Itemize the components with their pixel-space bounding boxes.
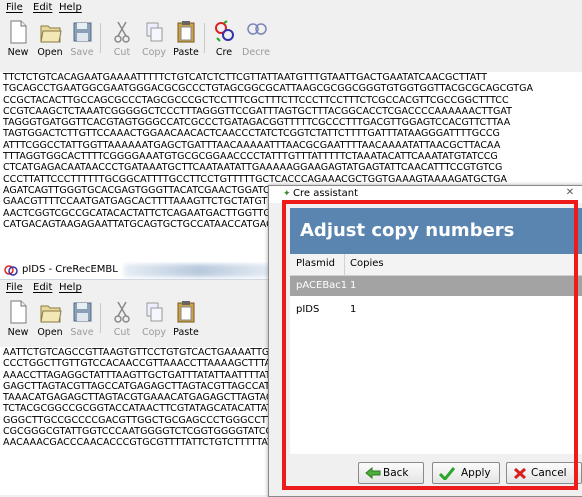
menu-help[interactable]: Help <box>59 2 82 13</box>
toolbar-separator <box>204 23 205 53</box>
cre-recombine-icon <box>215 20 234 42</box>
menu-file[interactable]: File <box>6 282 23 293</box>
sequence-line: TTCTCTGTCACAGAATGAAAATTTTTCTGTCATCTCTTCG… <box>3 72 488 83</box>
window-title: pIDS - CreRecEMBL <box>22 264 118 275</box>
toolbar-separator <box>100 23 101 53</box>
menu-bar: File Edit Help <box>0 0 582 17</box>
menu-file[interactable]: File <box>6 2 23 13</box>
toolbar-separator <box>100 303 101 333</box>
open-folder-icon <box>40 305 62 323</box>
paste-label: Paste <box>173 47 199 58</box>
new-label: New <box>7 327 29 338</box>
open-label: Open <box>37 327 63 338</box>
cre-assistant-icon: ✦ <box>283 189 291 199</box>
save-disk-icon <box>73 22 92 42</box>
cut-button[interactable]: Cut <box>106 297 138 343</box>
cut-label: Cut <box>113 327 131 338</box>
sequence-line: CCGCTACACTTGCCAGCGCCCTAGCGCCCGCTCCTTTCGC… <box>3 94 509 106</box>
app-icon <box>4 265 18 276</box>
clipboard-icon <box>177 21 195 43</box>
paste-button[interactable]: Paste <box>170 297 202 343</box>
clipboard-icon <box>177 301 195 323</box>
dialog-title: Cre assistant <box>293 188 359 199</box>
menu-edit[interactable]: Edit <box>33 2 52 13</box>
highlight-frame <box>282 200 578 490</box>
close-icon[interactable]: ✕ <box>561 187 579 201</box>
new-file-icon <box>10 20 27 44</box>
open-label: Open <box>37 47 63 58</box>
sequence-line: TAGGGTGATGGTTCACGTAGTGGGCCATCGCCCTGATAGA… <box>3 117 511 129</box>
decre-label: Decre <box>242 47 270 58</box>
open-button[interactable]: Open <box>34 17 66 63</box>
menu-edit[interactable]: Edit <box>33 282 52 293</box>
cut-label: Cut <box>113 47 131 58</box>
paste-button[interactable]: Paste <box>170 17 202 63</box>
save-label: Save <box>70 47 94 58</box>
open-button[interactable]: Open <box>34 297 66 343</box>
sequence-line: TTTAGGTGGCACTTTTCGGGGAAATGTGCGCGGAACCCCT… <box>3 151 498 163</box>
sequence-line: CTCATGAGACAATAACCCTGATAAATGCTTCAATAATATT… <box>3 162 503 174</box>
scissors-icon <box>114 21 130 43</box>
decre-button[interactable]: Decre <box>240 17 272 63</box>
copy-icon <box>146 302 163 322</box>
sequence-line: ATTTCGGCCTATTGGTTAAAAAATGAGCTGATTTAACAAA… <box>3 139 501 151</box>
save-disk-icon <box>73 302 92 322</box>
save-label: Save <box>70 327 94 338</box>
blurred-title-region <box>124 264 274 277</box>
sequence-line: CCGTCAAGCTCTAAATCGGGGGCTCCCTTTAGGGTTCCGA… <box>3 105 513 117</box>
sequence-line: TAGTGGACTCTTGTTCCAAACTGGAACAACACTCAACCCT… <box>3 128 500 140</box>
copy-button[interactable]: Copy <box>138 17 170 63</box>
new-button[interactable]: New <box>2 17 34 63</box>
cre-label: Cre <box>215 47 233 58</box>
cut-button[interactable]: Cut <box>106 17 138 63</box>
save-button[interactable]: Save <box>66 297 98 343</box>
sequence-line: TGCAGCCTGAATGGCGAATGGGACGCGCCCTGTAGCGGCG… <box>3 83 534 95</box>
paste-label: Paste <box>173 327 199 338</box>
new-button[interactable]: New <box>2 297 34 343</box>
sequence-line: CCCTTATTCCCTTTTTTGCGGCATTTTGCCTTCCTGTTTT… <box>3 173 508 185</box>
copy-label: Copy <box>141 47 167 58</box>
cre-button[interactable]: Cre <box>208 17 240 63</box>
new-file-icon <box>10 300 27 324</box>
decre-icon <box>247 23 267 35</box>
copy-icon <box>146 22 163 42</box>
copy-button[interactable]: Copy <box>138 297 170 343</box>
toolbar: New Open Save Cut Copy Paste Cre Decre <box>0 17 582 63</box>
open-folder-icon <box>40 25 62 43</box>
scissors-icon <box>114 301 130 323</box>
copy-label: Copy <box>141 327 167 338</box>
new-label: New <box>7 47 29 58</box>
menu-help[interactable]: Help <box>59 282 82 293</box>
save-button[interactable]: Save <box>66 17 98 63</box>
